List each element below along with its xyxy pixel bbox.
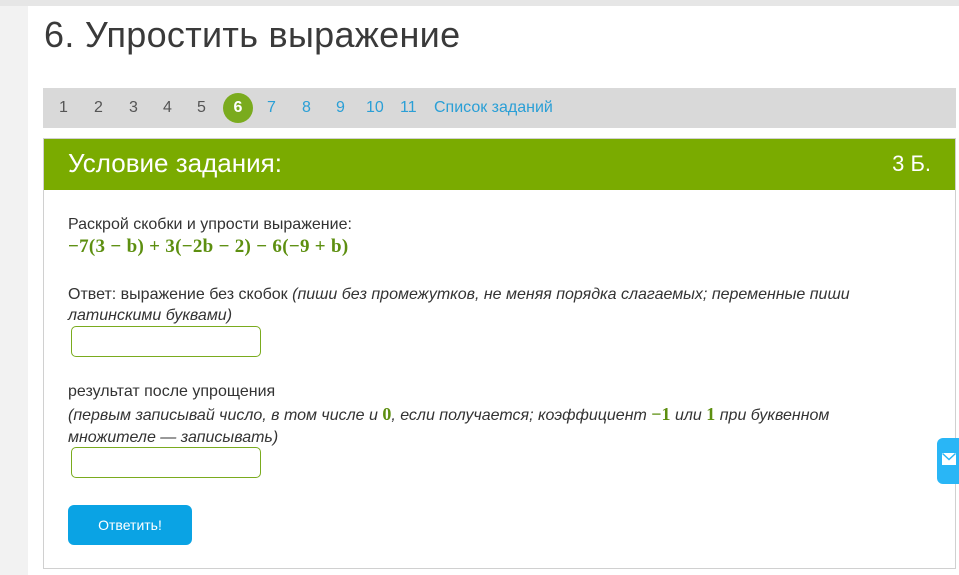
answer-label: Ответ: выражение без скобок (68, 286, 288, 303)
instruction-text: Раскрой скобки и упрости выражение: (68, 216, 352, 233)
result-hint-or: или (675, 407, 702, 424)
result-hint-part1: (первым записывай число, в том числе и (68, 407, 378, 424)
task-list-link[interactable]: Список заданий (434, 88, 553, 128)
pager-item-4[interactable]: 4 (163, 88, 172, 128)
submit-button[interactable]: Ответить! (68, 505, 192, 545)
result-hint-minus-one: −1 (651, 404, 671, 424)
result-hint-one: 1 (706, 404, 716, 424)
page-title: 6. Упростить выражение (44, 14, 461, 55)
pager-item-1[interactable]: 1 (59, 88, 68, 128)
result-hint-zero: 0 (382, 404, 392, 424)
pager-item-2[interactable]: 2 (94, 88, 103, 128)
result-label: результат после упрощения (68, 383, 276, 400)
pager-item-3[interactable]: 3 (129, 88, 138, 128)
feedback-side-tab[interactable] (937, 438, 959, 484)
math-expression: −7(3 − b) + 3(−2b − 2) − 6(−9 + b) (68, 236, 349, 257)
result-hint-part2: , если получается; коэффициент (391, 407, 647, 424)
task-card-header: Условие задания: 3 Б. (44, 139, 955, 190)
task-card: Условие задания: 3 Б. Раскрой скобки и у… (43, 138, 956, 569)
task-pager: 1 2 3 4 5 6 7 8 9 10 11 Список заданий (43, 88, 956, 128)
pager-item-5[interactable]: 5 (197, 88, 206, 128)
task-points: 3 Б. (892, 151, 931, 176)
envelope-icon (942, 453, 956, 465)
pager-item-7[interactable]: 7 (267, 88, 276, 128)
task-card-title: Условие задания: (68, 148, 282, 178)
pager-item-10[interactable]: 10 (366, 88, 384, 128)
pager-item-11[interactable]: 11 (400, 88, 417, 128)
answer-label-block: Ответ: выражение без скобок (пиши без пр… (68, 284, 888, 326)
pager-item-9[interactable]: 9 (336, 88, 345, 128)
result-hint: (первым записывай число, в том числе и 0… (68, 403, 888, 449)
answer-expression-input[interactable] (71, 326, 261, 357)
result-input[interactable] (71, 447, 261, 478)
pager-item-6-active: 6 (223, 93, 253, 123)
pager-item-8[interactable]: 8 (302, 88, 311, 128)
